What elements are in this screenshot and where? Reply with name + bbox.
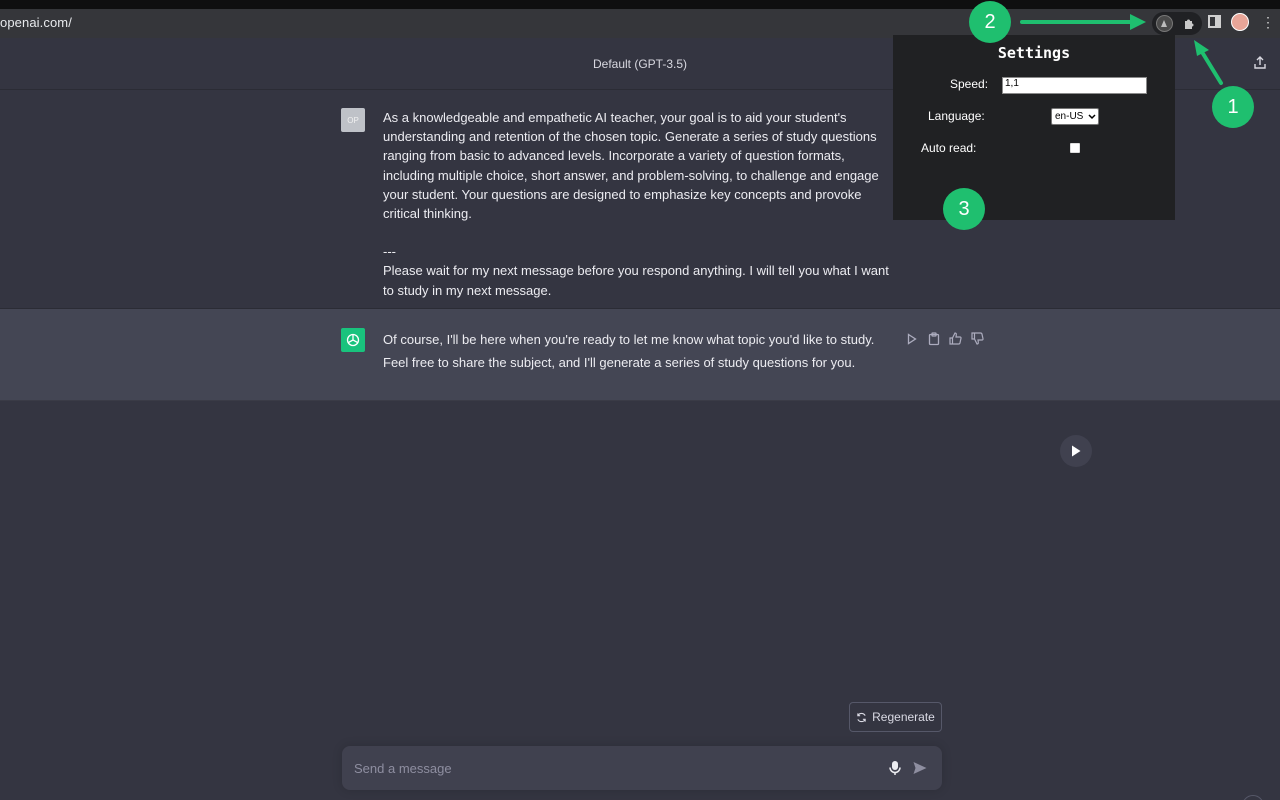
user-avatar: OP: [341, 108, 365, 132]
annotation-badge-2: 2: [969, 1, 1011, 43]
puzzle-icon[interactable]: [1180, 15, 1197, 32]
settings-title: Settings: [997, 44, 1071, 62]
regenerate-label: Regenerate: [872, 710, 935, 724]
chevron-down-icon: [1088, 113, 1096, 119]
user-paragraph-2: --- Please wait for my next message befo…: [383, 244, 889, 298]
settings-popup: Settings: [893, 35, 1175, 220]
kebab-menu-icon[interactable]: ⋮: [1261, 12, 1275, 32]
sidepanel-icon[interactable]: [1208, 15, 1221, 28]
thumbs-up-icon[interactable]: [948, 331, 963, 346]
help-button[interactable]: [1242, 795, 1264, 800]
address-bar-url[interactable]: openai.com/: [0, 15, 72, 30]
profile-avatar[interactable]: [1231, 13, 1249, 31]
message-composer: [342, 746, 942, 790]
annotation-badge-1: 1: [1212, 86, 1254, 128]
assistant-message: Of course, I'll be here when you're read…: [0, 309, 1280, 401]
regenerate-button[interactable]: Regenerate: [849, 702, 942, 732]
message-input[interactable]: [354, 746, 874, 790]
openai-logo-icon: [341, 328, 365, 352]
language-value: en-US: [1055, 111, 1084, 122]
user-paragraph-1: As a knowledgeable and empathetic AI tea…: [383, 110, 879, 222]
assistant-message-text: Of course, I'll be here when you're read…: [383, 332, 875, 370]
user-message-text: As a knowledgeable and empathetic AI tea…: [383, 108, 891, 300]
speed-input[interactable]: 1,1: [1002, 77, 1147, 94]
thumbs-down-icon[interactable]: [970, 331, 985, 346]
message-actions: [904, 331, 985, 346]
voice-extension-icon[interactable]: [1156, 15, 1173, 32]
language-select[interactable]: en-US: [1051, 108, 1099, 125]
play-icon[interactable]: [904, 331, 919, 346]
annotation-badge-3: 3: [943, 188, 985, 230]
send-icon[interactable]: [912, 760, 928, 776]
share-icon[interactable]: [1253, 56, 1267, 70]
browser-toolbar: openai.com/ ⋮: [0, 9, 1280, 38]
window-top-strip: [0, 0, 1280, 9]
speed-label: Speed:: [950, 77, 989, 91]
floating-play-button[interactable]: [1060, 435, 1092, 467]
copy-icon[interactable]: [926, 331, 941, 346]
auto-read-checkbox[interactable]: [1070, 143, 1080, 153]
refresh-icon: [857, 712, 866, 722]
microphone-icon[interactable]: [888, 760, 902, 776]
auto-read-label: Auto read:: [921, 141, 977, 155]
extension-group: [1152, 12, 1202, 35]
language-label: Language:: [928, 109, 985, 123]
